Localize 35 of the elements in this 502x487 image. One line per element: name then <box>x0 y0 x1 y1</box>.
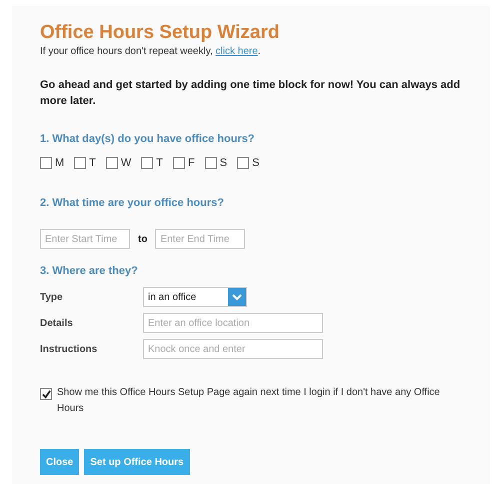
checkbox[interactable] <box>141 157 154 169</box>
checkbox[interactable] <box>237 157 250 169</box>
action-button[interactable]: Set up Office Hours <box>84 449 190 475</box>
type-dropdown[interactable]: in an office <box>143 287 247 307</box>
checkbox[interactable] <box>173 157 186 169</box>
checkbox[interactable] <box>40 157 52 169</box>
to-label: to <box>138 234 148 244</box>
field-label: Type <box>40 292 64 302</box>
day-label: T <box>89 157 96 169</box>
checkbox[interactable] <box>204 157 217 169</box>
end-time-field[interactable]: Enter End Time <box>155 229 246 249</box>
day-label: F <box>188 157 195 169</box>
action-button[interactable]: Close <box>40 449 80 475</box>
click-here-link[interactable]: click here <box>216 46 258 57</box>
question-heading: 2. What time are your office hours? <box>40 197 225 209</box>
checkbox[interactable] <box>74 157 86 169</box>
field-label: Instructions <box>40 344 98 354</box>
checkbox[interactable] <box>106 157 118 169</box>
checkbox[interactable] <box>40 388 52 400</box>
day-label: S <box>220 157 228 169</box>
chevron-down-icon[interactable] <box>228 288 246 306</box>
start-time-field[interactable]: Enter Start Time <box>40 229 130 249</box>
day-label: W <box>120 157 132 169</box>
intro-text: Go ahead and get started by adding one time block for now! You can always add more later. <box>40 78 462 109</box>
day-label: T <box>156 157 164 169</box>
subtitle-text: If your office hours don't repeat weekly, click here. <box>40 46 262 57</box>
question-heading: 1. What day(s) do you have office hours? <box>40 133 256 145</box>
day-label: S <box>252 157 260 169</box>
field-label: Details <box>40 318 74 328</box>
text-field[interactable]: Enter an office location <box>143 313 323 333</box>
day-label: M <box>55 157 64 169</box>
question-heading: 3. Where are they? <box>40 265 139 277</box>
show-again-label: Show me this Office Hours Setup Page again next time I login if I don't have any Office Hours <box>57 386 441 416</box>
text-field[interactable]: Knock once and enter <box>143 339 323 359</box>
wizard-title: Office Hours Setup Wizard <box>40 22 280 44</box>
